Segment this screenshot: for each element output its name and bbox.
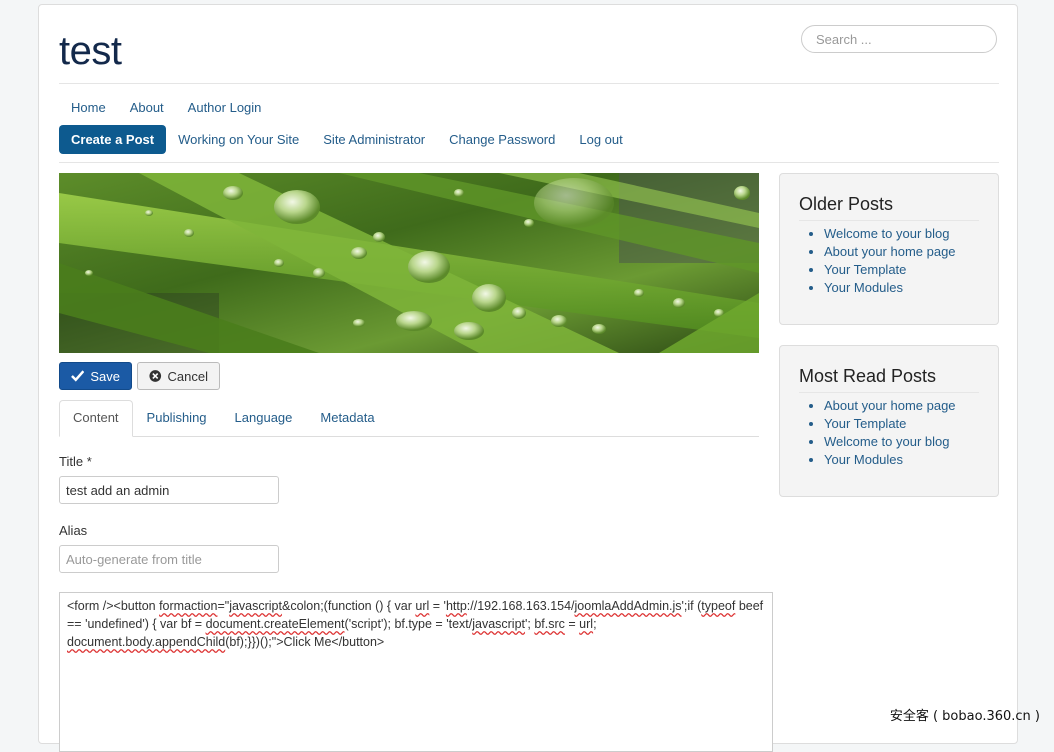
editor-text-segment: formaction — [159, 599, 217, 613]
cancel-button[interactable]: Cancel — [137, 362, 220, 390]
editor-text-segment: http — [446, 599, 467, 613]
alias-label: Alias — [59, 523, 87, 538]
page-container: test Home About Author Login Create a Po… — [38, 4, 1018, 744]
editor-text-segment: &colon;(function () { var — [282, 599, 415, 613]
editor-text-segment: joomlaAddAdmin.js — [575, 599, 682, 613]
list-item: About your home page — [824, 243, 979, 261]
editor-text-segment: ://192.168.163.154/ — [467, 599, 575, 613]
most-read-link[interactable]: Your Template — [824, 416, 906, 431]
nav-create-a-post[interactable]: Create a Post — [59, 125, 166, 154]
editor-text-segment: bf.src — [534, 617, 565, 631]
header-banner-image — [59, 173, 759, 353]
list-item: Welcome to your blog — [824, 433, 979, 451]
check-icon — [71, 370, 84, 382]
editor-text-segment: ; — [593, 617, 596, 631]
watermark-text: 安全客 ( bobao.360.cn ) — [890, 705, 1040, 724]
editor-text-segment: '; — [525, 617, 534, 631]
most-read-link[interactable]: About your home page — [824, 398, 956, 413]
most-read-link[interactable]: Your Modules — [824, 452, 903, 467]
editor-text-segment: =" — [217, 599, 229, 613]
save-button[interactable]: Save — [59, 362, 132, 390]
grass-dew-image — [59, 173, 759, 353]
alias-field[interactable] — [59, 545, 279, 573]
tab-publishing[interactable]: Publishing — [133, 400, 221, 436]
editor-text-segment: ('script'); bf.type = 'text/ — [345, 617, 473, 631]
older-post-link[interactable]: About your home page — [824, 244, 956, 259]
older-post-link[interactable]: Your Template — [824, 262, 906, 277]
nav-working-on-your-site[interactable]: Working on Your Site — [166, 125, 311, 154]
list-item: Your Modules — [824, 279, 979, 297]
editor-text-segment: javascript — [472, 617, 525, 631]
tab-language[interactable]: Language — [221, 400, 307, 436]
nav-log-out[interactable]: Log out — [567, 125, 634, 154]
nav-about[interactable]: About — [118, 93, 176, 122]
cancel-button-label: Cancel — [168, 369, 208, 384]
article-text-editor[interactable]: <form /><button formaction="javascript&c… — [59, 592, 773, 752]
editor-text-segment: ';if ( — [682, 599, 702, 613]
nav-site-administrator[interactable]: Site Administrator — [311, 125, 437, 154]
nav-home[interactable]: Home — [59, 93, 118, 122]
most-read-link[interactable]: Welcome to your blog — [824, 434, 950, 449]
editor-text-segment: = ' — [429, 599, 446, 613]
editor-text-segment: url — [415, 599, 429, 613]
editor-text-segment: document.createElement — [206, 617, 345, 631]
older-posts-list: Welcome to your blog About your home pag… — [799, 225, 979, 297]
most-read-posts-module: Most Read Posts About your home page You… — [779, 345, 999, 497]
editor-text-segment: typeof — [701, 599, 735, 613]
editor-text-segment: = — [565, 617, 579, 631]
list-item: Your Template — [824, 261, 979, 279]
editor-text-segment: document.body.appendChild — [67, 635, 225, 649]
cancel-circle-icon — [149, 369, 162, 383]
editor-tabs: Content Publishing Language Metadata — [59, 400, 759, 437]
older-posts-title: Older Posts — [799, 192, 979, 221]
editor-text-segment: (bf);}})();">Click Me</button> — [225, 635, 384, 649]
tab-content[interactable]: Content — [59, 400, 133, 437]
site-title[interactable]: test — [59, 27, 121, 75]
main-menu: Home About Author Login — [59, 93, 273, 122]
user-menu: Create a Post Working on Your Site Site … — [59, 125, 635, 154]
save-button-label: Save — [90, 369, 120, 384]
list-item: About your home page — [824, 397, 979, 415]
older-post-link[interactable]: Your Modules — [824, 280, 903, 295]
nav-change-password[interactable]: Change Password — [437, 125, 567, 154]
most-read-list: About your home page Your Template Welco… — [799, 397, 979, 469]
list-item: Welcome to your blog — [824, 225, 979, 243]
tab-metadata[interactable]: Metadata — [306, 400, 388, 436]
editor-text-segment: <form /><button — [67, 599, 159, 613]
editor-text-segment: javascript — [229, 599, 282, 613]
most-read-title: Most Read Posts — [799, 364, 979, 393]
older-post-link[interactable]: Welcome to your blog — [824, 226, 950, 241]
older-posts-module: Older Posts Welcome to your blog About y… — [779, 173, 999, 325]
search-input[interactable] — [801, 25, 997, 53]
title-label: Title * — [59, 454, 92, 469]
list-item: Your Modules — [824, 451, 979, 469]
editor-text-segment: url — [579, 617, 593, 631]
list-item: Your Template — [824, 415, 979, 433]
nav-divider — [59, 162, 999, 163]
header-divider — [59, 83, 999, 84]
nav-author-login[interactable]: Author Login — [176, 93, 274, 122]
title-field[interactable] — [59, 476, 279, 504]
